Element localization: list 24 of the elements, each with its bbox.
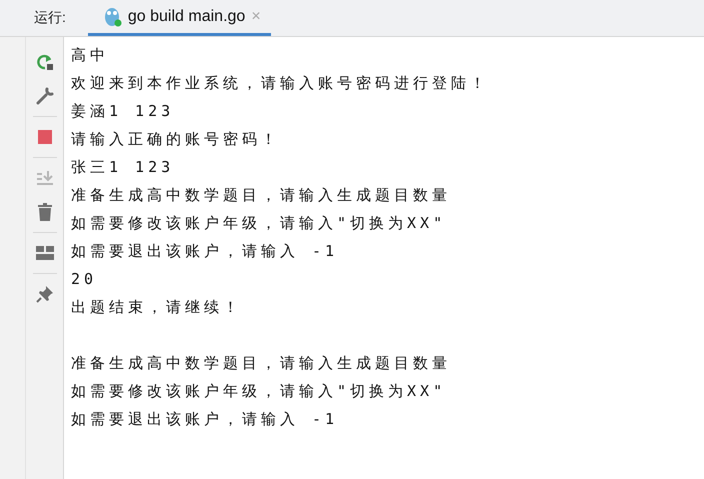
stop-icon [38, 130, 52, 144]
console-line: 张三1 123 [71, 157, 174, 178]
console-line: 出题结束，请继续！ [71, 297, 242, 318]
toolbar-button[interactable] [34, 283, 56, 305]
wrench-icon [36, 87, 54, 105]
layout-icon [36, 246, 54, 260]
console-line: 请输入正确的账号密码！ [71, 129, 280, 150]
scroll-to-end-icon [36, 170, 54, 186]
console-line: 如需要退出该账户，请输入 -1 [71, 409, 338, 430]
console-line: 如需要修改该账户年级，请输入"切换为XX" [71, 213, 446, 234]
console-line: 如需要修改该账户年级，请输入"切换为XX" [71, 381, 446, 402]
console-line: 高中 [71, 45, 109, 66]
toolbar-button[interactable] [34, 85, 56, 107]
console-line: 准备生成高中数学题目，请输入生成题目数量 [71, 353, 451, 374]
pin-icon [36, 285, 54, 303]
run-label: 运行: [34, 9, 66, 27]
console-line: 姜涵1 123 [71, 101, 174, 122]
console-line: 如需要退出该账户，请输入 -1 [71, 241, 338, 262]
rerun-icon [36, 53, 54, 71]
console-line: 准备生成高中数学题目，请输入生成题目数量 [71, 185, 451, 206]
console-line: 欢迎来到本作业系统，请输入账号密码进行登陆！ [71, 73, 489, 94]
tab-title: go build main.go [128, 8, 246, 26]
console-line: 20 [71, 269, 98, 290]
trash-icon [38, 203, 52, 221]
